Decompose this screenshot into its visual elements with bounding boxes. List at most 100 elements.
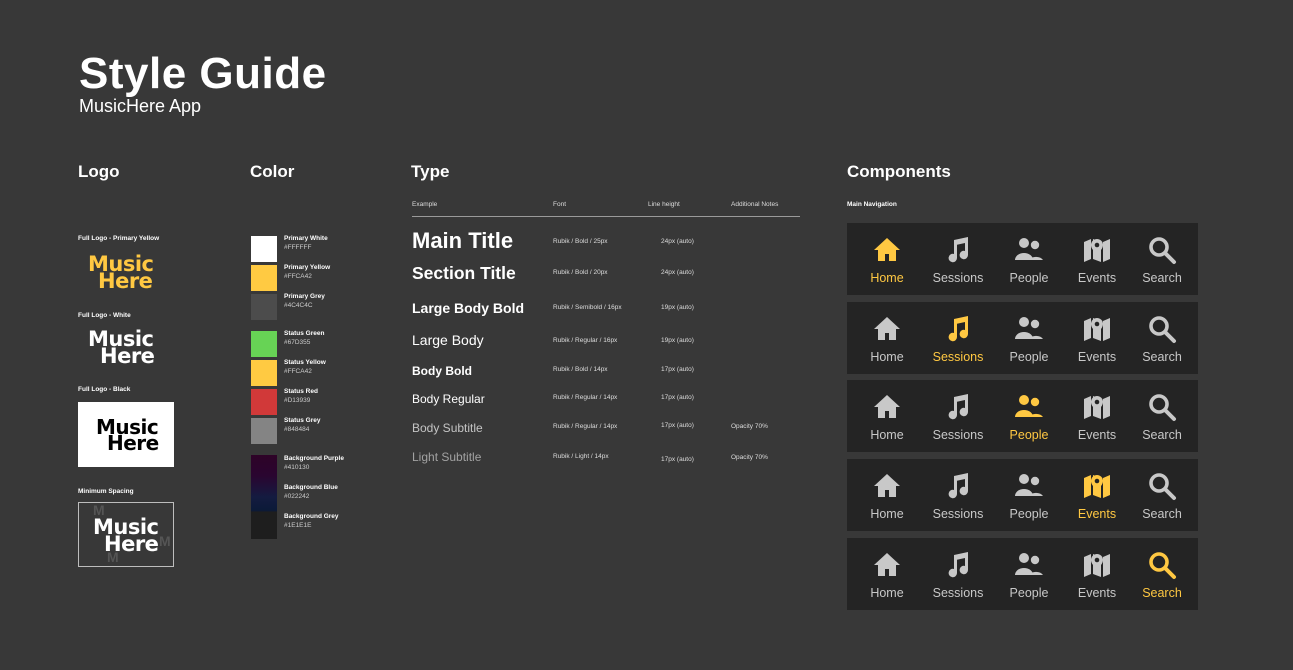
people-icon [1014,235,1044,265]
home-icon [872,235,902,265]
nav-item-home[interactable]: Home [852,302,922,374]
type-line-height: 17px (auto) [661,366,694,373]
nav-item-label: Sessions [932,507,984,521]
logo-primary-label: Full Logo - Primary Yellow [78,235,160,242]
music-note-icon [943,471,973,501]
swatch-primary-grey [251,294,277,320]
nav-item-people[interactable]: People [994,380,1064,452]
logo-spacing-label: Minimum Spacing [78,488,134,495]
nav-item-home[interactable]: Home [852,223,922,295]
type-example-body-bold: Body Bold [412,364,472,378]
map-pin-icon [1082,314,1112,344]
type-font: Rubik / Semibold / 16px [553,304,622,311]
home-icon [872,550,902,580]
main-navigation-bar: Home Sessions People Events Search [847,538,1198,610]
logo-black-card: Music Here [78,402,174,467]
logo-white-label: Full Logo - White [78,312,131,319]
nav-item-events[interactable]: Events [1062,302,1132,374]
type-line-height: 17px (auto) [661,394,694,401]
logo-spacing-mark: Music Here [93,515,159,556]
swatch-hex: #022242 [284,493,310,500]
nav-item-label: Home [870,586,904,600]
type-example-section-title: Section Title [412,263,516,283]
nav-item-label: Sessions [932,350,984,364]
nav-item-label: People [1009,350,1049,364]
type-font: Rubik / Bold / 14px [553,366,608,373]
nav-item-home[interactable]: Home [852,380,922,452]
type-example-main-title: Main Title [412,228,514,253]
swatch-name: Status Yellow [284,359,326,366]
nav-item-label: Home [870,507,904,521]
nav-item-people[interactable]: People [994,223,1064,295]
color-heading: Color [250,162,295,181]
type-example-light-subtitle: Light Subtitle [412,450,482,464]
nav-item-label: Home [870,271,904,285]
nav-item-sessions[interactable]: Sessions [923,459,993,531]
nav-item-label: Sessions [932,271,984,285]
swatch-status-red [251,389,277,415]
nav-item-home[interactable]: Home [852,538,922,610]
nav-item-events[interactable]: Events [1062,223,1132,295]
nav-item-label: Events [1077,586,1117,600]
nav-item-events[interactable]: Events [1062,538,1132,610]
music-note-icon [943,314,973,344]
nav-item-people[interactable]: People [994,459,1064,531]
swatch-primary-white [251,236,277,262]
people-icon [1014,392,1044,422]
swatch-name: Primary White [284,235,328,242]
main-navigation-label: Main Navigation [847,201,897,208]
nav-item-label: Search [1142,507,1182,521]
swatch-name: Background Purple [284,455,344,462]
swatch-hex: #FFCA42 [284,273,312,280]
nav-item-label: Search [1142,586,1182,600]
people-icon [1014,550,1044,580]
nav-item-search[interactable]: Search [1127,459,1197,531]
nav-item-sessions[interactable]: Sessions [923,538,993,610]
nav-item-sessions[interactable]: Sessions [923,302,993,374]
nav-item-search[interactable]: Search [1127,223,1197,295]
type-line-height: 24px (auto) [661,238,694,245]
type-heading: Type [411,162,450,181]
type-col-example: Example [412,201,438,208]
home-icon [872,471,902,501]
swatch-name: Status Red [284,388,318,395]
swatch-status-yellow [251,360,277,386]
nav-item-label: Search [1142,428,1182,442]
type-line-height: 24px (auto) [661,269,694,276]
swatch-hex: #4C4C4C [284,302,313,309]
nav-item-sessions[interactable]: Sessions [923,380,993,452]
swatch-background-gradient [251,455,277,539]
music-note-icon [943,392,973,422]
map-pin-icon [1082,392,1112,422]
map-pin-icon [1082,235,1112,265]
nav-item-sessions[interactable]: Sessions [923,223,993,295]
nav-item-search[interactable]: Search [1127,302,1197,374]
type-font: Rubik / Regular / 16px [553,337,618,344]
nav-item-events[interactable]: Events [1062,459,1132,531]
type-line-height: 17px (auto) [661,456,694,463]
type-line-height: 17px (auto) [661,422,694,429]
nav-item-search[interactable]: Search [1127,538,1197,610]
map-pin-icon [1082,471,1112,501]
music-note-icon [943,235,973,265]
search-icon [1147,235,1177,265]
swatch-status-grey [251,418,277,444]
nav-item-search[interactable]: Search [1127,380,1197,452]
nav-item-people[interactable]: People [994,538,1064,610]
nav-item-events[interactable]: Events [1062,380,1132,452]
swatch-name: Primary Grey [284,293,325,300]
search-icon [1147,550,1177,580]
swatch-hex: #1E1E1E [284,522,312,529]
nav-item-people[interactable]: People [994,302,1064,374]
type-font: Rubik / Bold / 20px [553,269,608,276]
nav-item-label: Events [1077,428,1117,442]
nav-item-label: Home [870,350,904,364]
swatch-hex: #FFCA42 [284,368,312,375]
nav-item-home[interactable]: Home [852,459,922,531]
logo-white: Music Here [88,327,155,368]
type-example-body-subtitle: Body Subtitle [412,421,483,435]
type-col-line-height: Line height [648,201,680,208]
type-line-height: 19px (auto) [661,304,694,311]
type-notes: Opacity 70% [731,423,768,430]
home-icon [872,314,902,344]
